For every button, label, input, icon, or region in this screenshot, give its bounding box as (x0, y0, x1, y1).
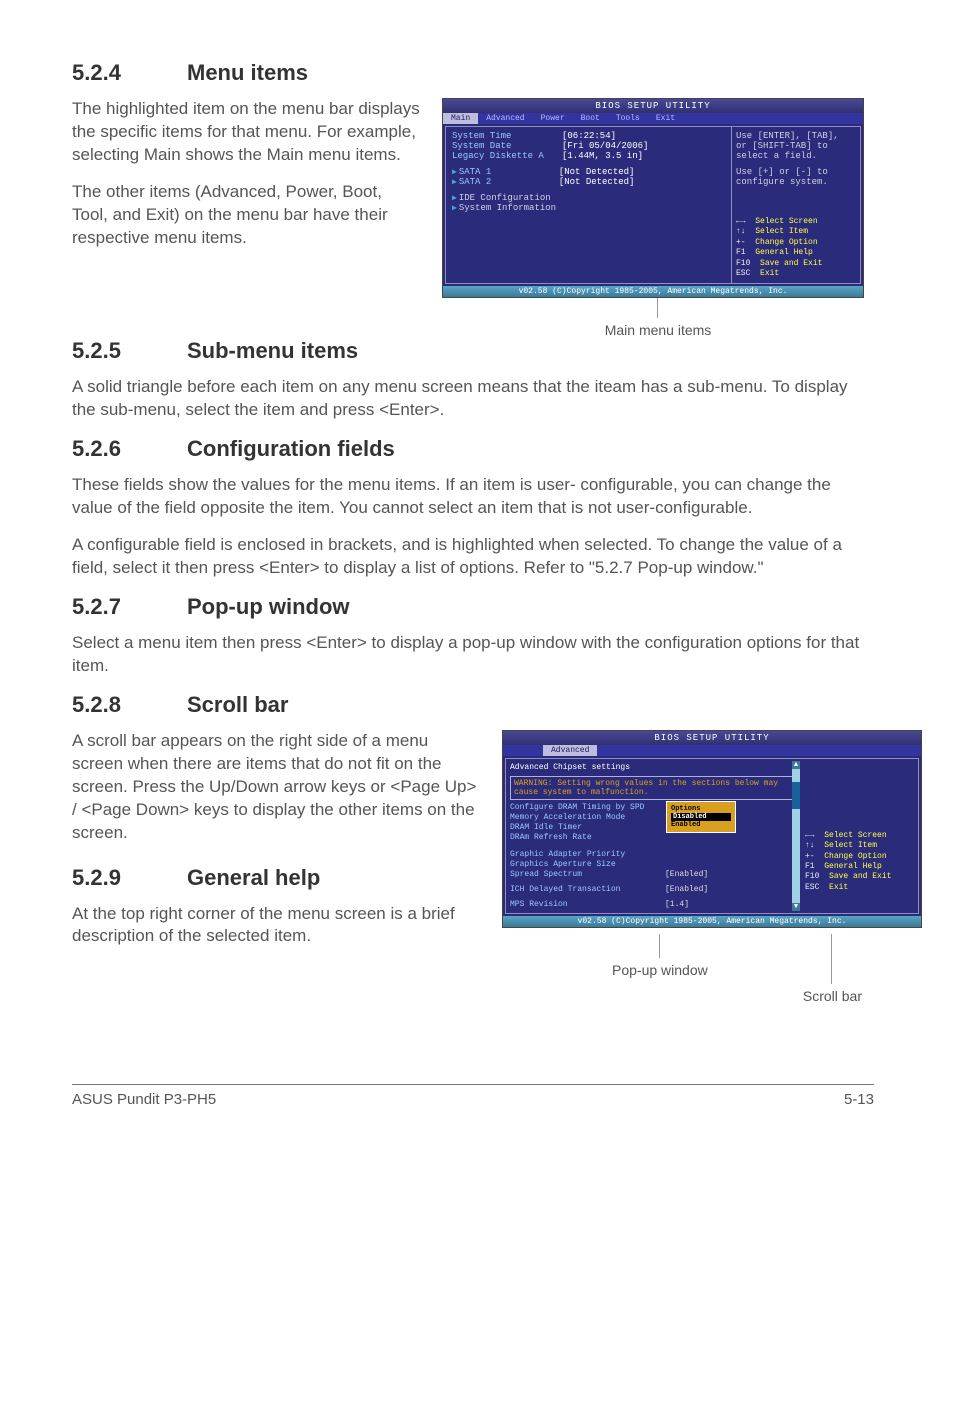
submenu-caret-icon: ▶ (452, 193, 457, 203)
body-text: A configurable field is enclosed in brac… (72, 534, 874, 580)
tab-advanced: Advanced (478, 113, 532, 124)
body-text: At the top right corner of the menu scre… (72, 903, 482, 949)
body-text: These fields show the values for the men… (72, 474, 874, 520)
bios-help-panel: Use [ENTER], [TAB], or [SHIFT-TAB] to se… (732, 127, 860, 283)
heading-title: Pop-up window (187, 594, 350, 619)
help-text: configure system. (736, 177, 856, 187)
popup-option: Enabled (671, 821, 731, 829)
field-label: Graphic Adapter Priority (510, 850, 665, 859)
scroll-up-icon: ▲ (792, 761, 800, 769)
field-label: System Date (452, 141, 562, 151)
figure-caption: Pop-up window (612, 962, 708, 978)
submenu-caret-icon: ▶ (452, 177, 457, 187)
heading-527: 5.2.7Pop-up window (72, 594, 874, 620)
field-value: [Fri 05/04/2006] (562, 141, 648, 151)
tab-exit: Exit (648, 113, 683, 124)
submenu-item: IDE Configuration (459, 193, 551, 203)
caption-connector (657, 298, 659, 318)
footer-right: 5-13 (844, 1091, 874, 1108)
heading-title: General help (187, 865, 320, 890)
field-value: [06:22:54] (562, 131, 616, 141)
body-text: A scroll bar appears on the right side o… (72, 730, 482, 845)
scroll-down-icon: ▼ (792, 903, 800, 911)
heading-525: 5.2.5Sub-menu items (72, 338, 874, 364)
bios-help-panel: ▲ ▼ ←→ Select Screen ↑↓ Select Item +- C… (802, 759, 918, 913)
scrollbar: ▲ ▼ (792, 761, 800, 911)
tab-advanced: Advanced (543, 745, 597, 756)
help-text: select a field. (736, 151, 856, 161)
heading-524: 5.2.4Menu items (72, 60, 874, 86)
heading-title: Sub-menu items (187, 338, 358, 363)
bios-footer: v02.58 (C)Copyright 1985-2005, American … (443, 286, 863, 297)
bios-title: BIOS SETUP UTILITY (503, 731, 921, 745)
field-value: [1.44M, 3.5 in] (562, 151, 643, 161)
heading-529: 5.2.9General help (72, 865, 482, 891)
field-label: ICH Delayed Transaction (510, 885, 665, 894)
key-legend: ←→ Select Screen ↑↓ Select Item +- Chang… (805, 831, 915, 893)
field-value: [Not Detected] (559, 177, 635, 187)
field-label: Graphics Aperture Size (510, 860, 665, 869)
bios-tabs: Main Advanced Power Boot Tools Exit (443, 113, 863, 124)
body-text: The other items (Advanced, Power, Boot, … (72, 181, 422, 250)
submenu-caret-icon: ▶ (452, 167, 457, 177)
field-label: System Time (452, 131, 562, 141)
heading-title: Scroll bar (187, 692, 288, 717)
help-text: or [SHIFT-TAB] to (736, 141, 856, 151)
body-text: A solid triangle before each item on any… (72, 376, 874, 422)
heading-title: Menu items (187, 60, 308, 85)
caption-connector (831, 934, 833, 984)
field-label: MPS Revision (510, 900, 665, 909)
key-legend: ←→ Select Screen ↑↓ Select Item +- Chang… (736, 217, 856, 279)
options-popup: Options Disabled Enabled (666, 801, 736, 833)
bios-screenshot-popup: BIOS SETUP UTILITY Advanced Advanced Chi… (502, 730, 922, 928)
warning-box: WARNING: Setting wrong values in the sec… (510, 776, 798, 800)
field-label: SATA 2 (459, 177, 559, 187)
field-value: [1.4] (665, 900, 689, 909)
field-label: DRAM Idle Timer (510, 823, 665, 832)
footer-left: ASUS Pundit P3-PH5 (72, 1091, 216, 1108)
body-text: Select a menu item then press <Enter> to… (72, 632, 874, 678)
bios-title: BIOS SETUP UTILITY (443, 99, 863, 113)
tab-power: Power (533, 113, 573, 124)
bios-tabs: Advanced (503, 745, 921, 756)
bios-main-panel: Advanced Chipset settings WARNING: Setti… (506, 759, 802, 913)
bios-screenshot-main: BIOS SETUP UTILITY Main Advanced Power B… (442, 98, 864, 298)
field-label: Legacy Diskette A (452, 151, 562, 161)
bios-footer: v02.58 (C)Copyright 1985-2005, American … (503, 916, 921, 927)
tab-boot: Boot (573, 113, 608, 124)
field-label: SATA 1 (459, 167, 559, 177)
scroll-thumb (792, 782, 800, 809)
submenu-caret-icon: ▶ (452, 203, 457, 213)
heading-num: 5.2.9 (72, 865, 187, 891)
bios-main-panel: System Time[06:22:54] System Date[Fri 05… (446, 127, 732, 283)
field-label: Configure DRAM Timing by SPD (510, 803, 665, 812)
heading-num: 5.2.7 (72, 594, 187, 620)
popup-option: Disabled (671, 813, 731, 821)
heading-num: 5.2.8 (72, 692, 187, 718)
field-label: Spread Spectrum (510, 870, 665, 879)
body-text: The highlighted item on the menu bar dis… (72, 98, 422, 167)
help-text: Use [ENTER], [TAB], (736, 131, 856, 141)
submenu-item: System Information (459, 203, 556, 213)
figure-caption: Scroll bar (803, 988, 862, 1004)
heading-528: 5.2.8Scroll bar (72, 692, 874, 718)
figure-caption: Main menu items (442, 322, 874, 338)
caption-connector (659, 934, 661, 958)
heading-num: 5.2.5 (72, 338, 187, 364)
field-value: [Enabled] (665, 870, 708, 879)
help-text: Use [+] or [-] to (736, 167, 856, 177)
field-label: DRAm Refresh Rate (510, 833, 665, 842)
field-value: [Enabled] (665, 885, 708, 894)
tab-tools: Tools (608, 113, 648, 124)
panel-subhead: Advanced Chipset settings (510, 761, 798, 776)
heading-num: 5.2.6 (72, 436, 187, 462)
heading-526: 5.2.6Configuration fields (72, 436, 874, 462)
field-label: Memory Acceleration Mode (510, 813, 665, 822)
field-value: [Not Detected] (559, 167, 635, 177)
page-footer: ASUS Pundit P3-PH5 5-13 (72, 1084, 874, 1108)
heading-title: Configuration fields (187, 436, 395, 461)
heading-num: 5.2.4 (72, 60, 187, 86)
tab-main: Main (443, 113, 478, 124)
